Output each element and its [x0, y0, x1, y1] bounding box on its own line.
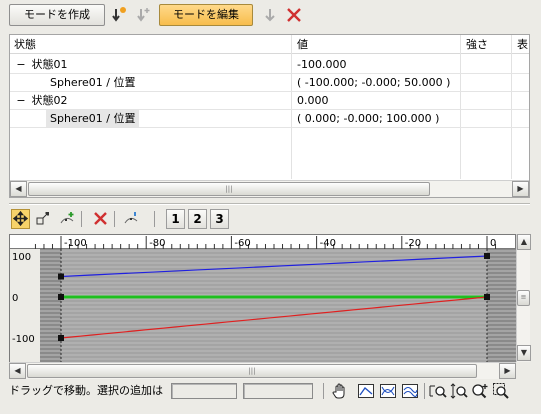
key-point[interactable]	[58, 273, 64, 280]
ruler-label: -20	[405, 238, 421, 249]
scroll-right-button[interactable]: ▶	[499, 363, 516, 379]
scroll-thumb[interactable]: |||	[28, 182, 430, 196]
edit-mode-button[interactable]: モードを編集	[159, 4, 253, 26]
ruler-label: 0	[490, 238, 496, 249]
splitter[interactable]	[9, 203, 530, 205]
ruler-label: -40	[320, 238, 336, 249]
status-bar: ドラッグで移動。選択の追加は	[9, 380, 539, 402]
curve-plot[interactable]: 100 0 -100	[9, 249, 516, 362]
status-field-b[interactable]	[243, 383, 313, 399]
plot-vscrollbar[interactable]: ▲ ≡ ▼	[516, 234, 531, 362]
y-axis-label: 0	[12, 293, 18, 304]
scroll-right-button[interactable]: ▶	[512, 181, 529, 197]
key-point[interactable]	[484, 294, 490, 300]
zoom-region-icon[interactable]	[492, 382, 510, 400]
scroll-up-button[interactable]: ▲	[517, 234, 531, 250]
state-name: 状態01	[31, 58, 68, 71]
insert-key-icon[interactable]	[122, 209, 141, 229]
frame-selected-icon[interactable]	[379, 382, 397, 400]
delete-icon[interactable]	[91, 209, 110, 229]
grid-hscrollbar[interactable]: ◀ ||| ▶	[10, 180, 529, 197]
state-name: 状態02	[31, 94, 68, 107]
ruler-label: -80	[149, 238, 165, 249]
column-header-state[interactable]: 状態	[10, 35, 36, 54]
frame-all-icon[interactable]	[357, 382, 375, 400]
time-ruler[interactable]: -100 -80 -60 -40 -20 0	[9, 234, 516, 249]
grid-header: 状態 値 強さ 表	[10, 35, 529, 54]
state-value[interactable]: -100.000	[297, 56, 346, 73]
column-header-value[interactable]: 値	[293, 35, 308, 54]
column-header-strength[interactable]: 強さ	[462, 35, 488, 54]
zoom-icon[interactable]	[471, 382, 489, 400]
toolbar-separator	[323, 383, 324, 399]
scroll-down-button[interactable]: ▼	[517, 345, 531, 361]
scroll-left-button[interactable]: ◀	[9, 363, 26, 379]
state-grid: 状態 値 強さ 表 − 状態01 -100.000 Sphere01 / 位置 …	[9, 34, 530, 198]
collapse-toggle[interactable]: −	[14, 92, 28, 109]
status-field-a[interactable]	[171, 383, 237, 399]
target-name: Sphere01 / 位置	[50, 76, 136, 89]
zoom-extents-icon[interactable]	[401, 382, 419, 400]
delete-icon[interactable]	[285, 6, 303, 24]
page-2-button[interactable]: 2	[188, 209, 207, 229]
create-mode-button[interactable]: モードを作成	[9, 4, 105, 26]
page-3-button[interactable]: 3	[210, 209, 229, 229]
table-row[interactable]: Sphere01 / 位置 ( -100.000; -0.000; 50.000…	[10, 74, 529, 92]
move-down-icon	[261, 6, 279, 24]
pan-icon[interactable]	[331, 382, 349, 400]
add-key-disabled-icon	[136, 6, 154, 24]
zoom-h-icon[interactable]	[429, 382, 447, 400]
status-hint: ドラッグで移動。選択の追加は	[9, 384, 163, 397]
add-key-icon[interactable]	[58, 209, 77, 229]
scroll-thumb[interactable]: |||	[27, 364, 477, 378]
out-of-range-band	[40, 249, 61, 362]
plot-hscrollbar[interactable]: ◀ ||| ▶	[9, 362, 516, 379]
move-keys-icon[interactable]	[11, 209, 30, 229]
toolbar-separator	[424, 383, 425, 399]
toolbar-separator	[154, 211, 155, 227]
key-point[interactable]	[484, 253, 490, 259]
page-1-button[interactable]: 1	[166, 209, 185, 229]
target-name: Sphere01 / 位置	[46, 110, 140, 127]
state-value[interactable]: 0.000	[297, 92, 329, 109]
zoom-v-icon[interactable]	[450, 382, 468, 400]
ruler-label: -60	[234, 238, 250, 249]
table-row[interactable]: − 状態02 0.000	[10, 92, 529, 110]
y-axis-label: -100	[12, 334, 35, 345]
toolbar-separator	[81, 211, 82, 227]
target-value[interactable]: ( -100.000; -0.000; 50.000 )	[297, 74, 450, 91]
toolbar-separator	[114, 211, 115, 227]
scroll-left-button[interactable]: ◀	[10, 181, 27, 197]
key-point[interactable]	[58, 294, 64, 300]
table-row[interactable]: Sphere01 / 位置 ( 0.000; -0.000; 100.000 )	[10, 110, 529, 128]
out-of-range-band	[487, 249, 516, 362]
y-axis-label: 100	[12, 252, 31, 263]
column-header-more[interactable]: 表	[513, 35, 528, 54]
scroll-thumb[interactable]: ≡	[517, 290, 530, 306]
y-axis-gutter	[10, 249, 40, 362]
ruler-ticks: -100 -80 -60 -40 -20 0	[34, 236, 496, 249]
target-value[interactable]: ( 0.000; -0.000; 100.000 )	[297, 110, 439, 127]
key-point[interactable]	[58, 335, 64, 341]
collapse-toggle[interactable]: −	[14, 56, 28, 73]
table-row[interactable]: − 状態01 -100.000	[10, 56, 529, 74]
curve-graph[interactable]: 100 0 -100	[10, 249, 516, 362]
scale-keys-icon[interactable]	[33, 209, 52, 229]
add-key-icon[interactable]	[111, 6, 129, 24]
ruler-label: -100	[64, 238, 87, 249]
